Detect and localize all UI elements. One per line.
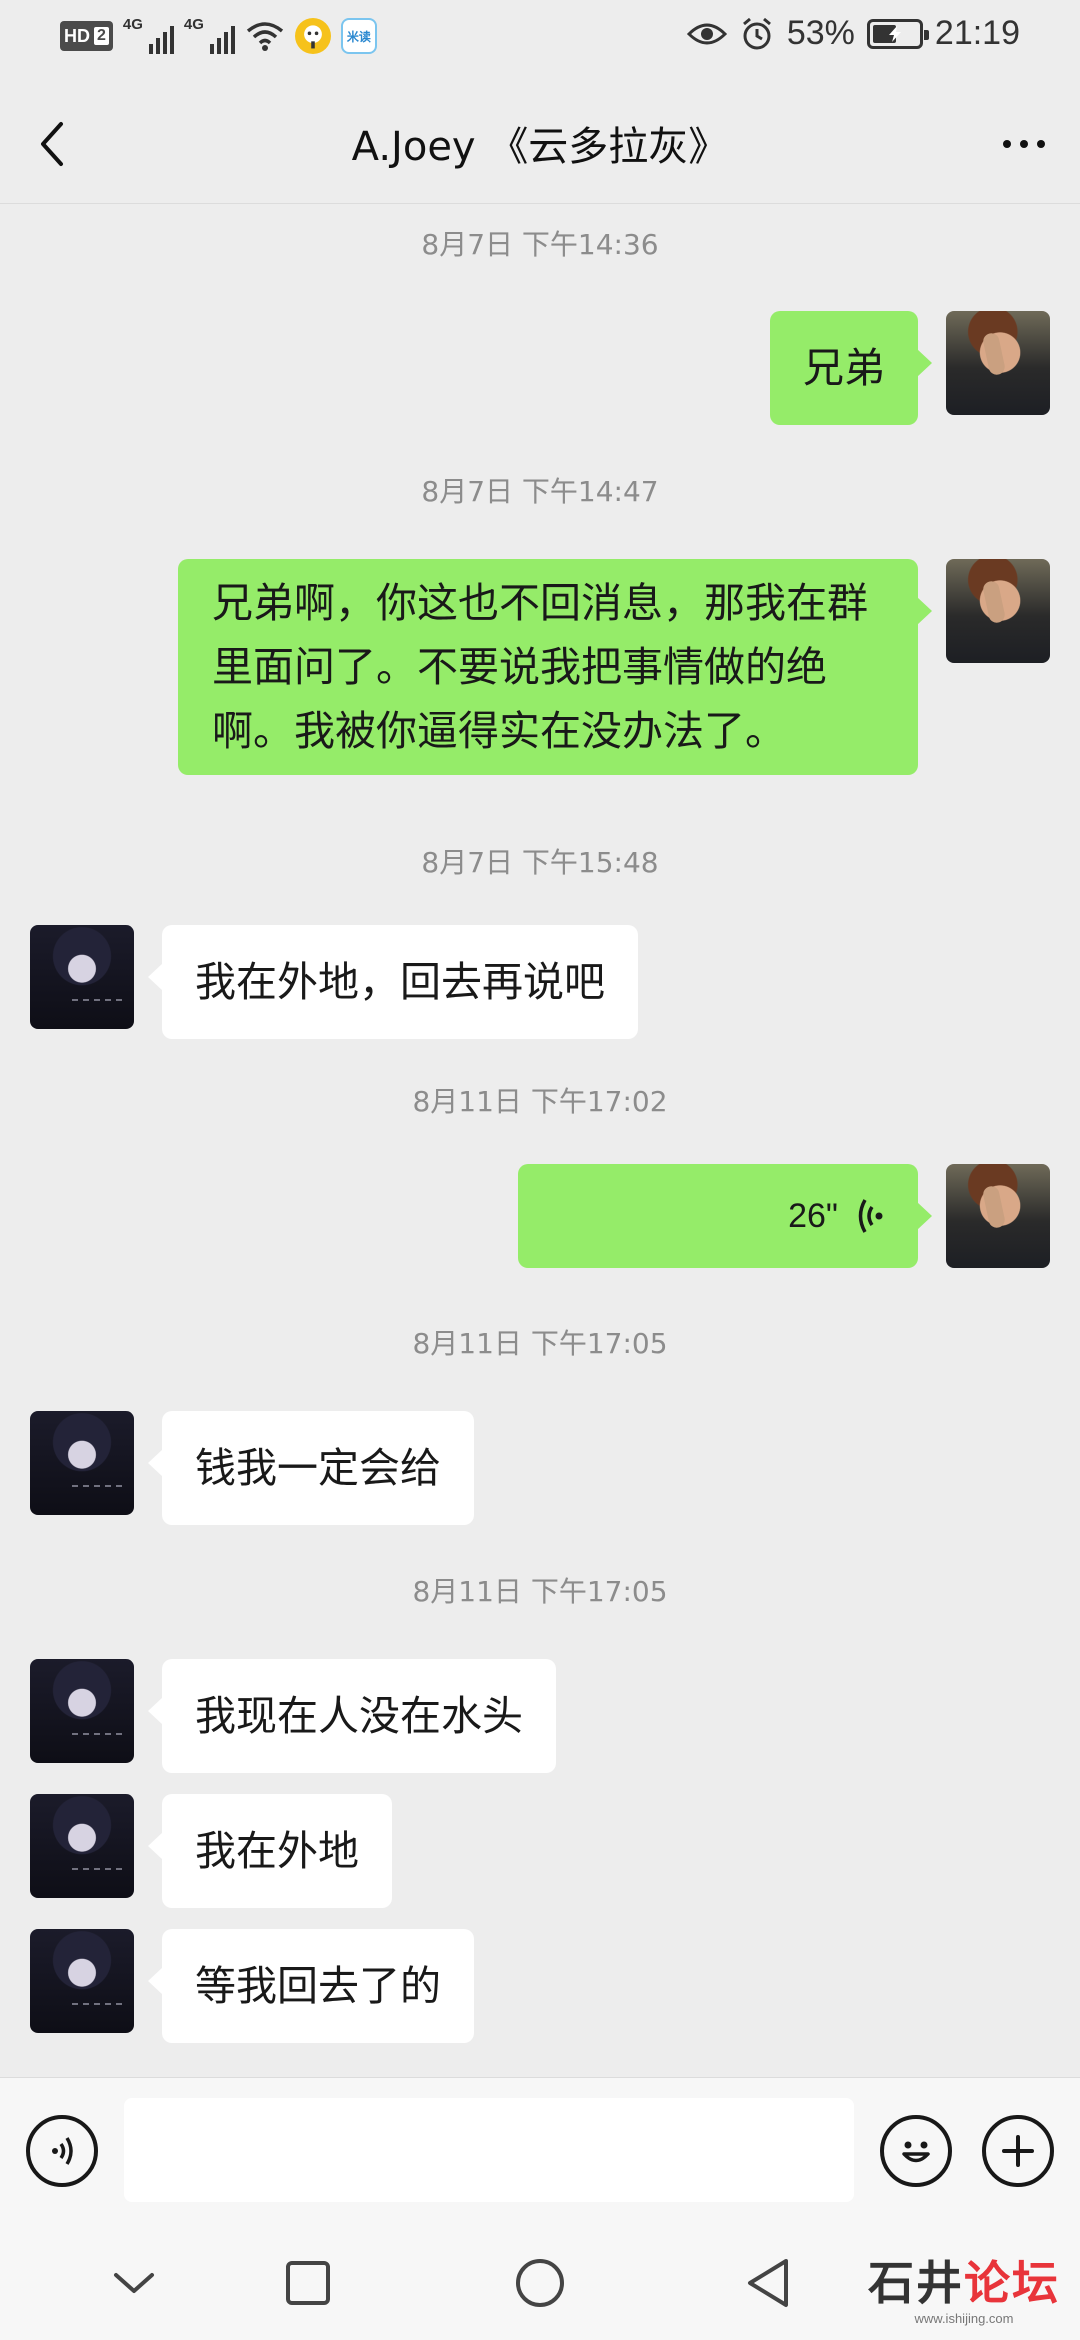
contact-avatar[interactable] [30, 1659, 134, 1763]
message-timestamp: 8月7日 下午14:36 [421, 228, 659, 261]
app-notification-icon [294, 18, 331, 54]
circle-icon [516, 2259, 564, 2307]
message-timestamp: 8月11日 下午17:05 [412, 1575, 668, 1608]
chevron-down-icon [114, 2273, 154, 2293]
message-timestamp: 8月7日 下午15:48 [421, 846, 659, 879]
contact-message-bubble[interactable]: 等我回去了的 [148, 1929, 474, 2043]
contact-avatar[interactable] [30, 925, 134, 1029]
smiley-icon [902, 2141, 930, 2163]
contact-avatar[interactable] [30, 1411, 134, 1515]
contact-message-bubble[interactable]: 钱我一定会给 [148, 1411, 474, 1525]
more-dot [1037, 140, 1045, 148]
recent-apps-button[interactable] [278, 2253, 338, 2313]
chevron-left-icon [41, 122, 63, 166]
hd-badge: HD 2 [60, 21, 113, 51]
plus-icon [1002, 2135, 1034, 2167]
clock-time: 21:19 [934, 14, 1020, 52]
contact-message-bubble[interactable]: 我在外地，回去再说吧 [148, 925, 638, 1039]
my-message-bubble[interactable]: 兄弟 [770, 311, 932, 425]
message-timestamp: 8月11日 下午17:02 [412, 1085, 668, 1118]
battery-percent: 53% [786, 14, 855, 52]
triangle-back-icon [748, 2259, 788, 2307]
message-timestamp: 8月11日 下午17:05 [412, 1327, 668, 1360]
more-options-button[interactable] [988, 112, 1060, 176]
eye-comfort-icon [686, 23, 727, 44]
watermark-url: www.ishijing.com [914, 2311, 1014, 2326]
voice-wave-icon [858, 1199, 883, 1233]
battery-icon [866, 18, 929, 49]
back-button[interactable] [20, 112, 84, 176]
sim-label: 2 [94, 27, 109, 45]
alarm-icon [742, 17, 771, 49]
voice-duration: 26" [788, 1196, 838, 1235]
system-navigation-bar: 石井论坛 www.ishijing.com [0, 2225, 1080, 2340]
watermark-title: 石井论坛 [868, 2247, 1060, 2313]
network-type-2: 4G [183, 16, 204, 33]
message-list[interactable]: 8月7日 下午14:36 兄弟 8月7日 下午14:47 兄弟啊，你这也不回消息… [0, 205, 1080, 2075]
charging-bolt-icon [888, 25, 901, 42]
watermark-part-1: 石井 [868, 2256, 964, 2310]
square-icon [286, 2261, 330, 2305]
contact-message-bubble[interactable]: 我在外地 [148, 1794, 392, 1908]
more-dot [1003, 140, 1011, 148]
chat-title: A.Joey 《云多拉灰》 [351, 124, 729, 170]
emoji-button[interactable] [880, 2115, 952, 2187]
network-type-1: 4G [122, 16, 143, 33]
reader-app-icon: 米读 [340, 18, 377, 54]
contact-avatar[interactable] [30, 1794, 134, 1898]
my-message-bubble[interactable]: 兄弟啊，你这也不回消息，那我在群里面问了。不要说我把事情做的绝啊。我被你逼得实在… [178, 559, 932, 775]
back-nav-button[interactable] [738, 2253, 798, 2313]
hide-keyboard-button[interactable] [104, 2253, 164, 2313]
my-avatar[interactable] [946, 559, 1050, 663]
my-avatar[interactable] [946, 311, 1050, 415]
message-timestamp: 8月7日 下午14:47 [421, 475, 659, 508]
hd-label: HD [64, 25, 90, 46]
status-left: HD 2 4G 4G 米读 [60, 16, 377, 54]
contact-message-bubble[interactable]: 我现在人没在水头 [148, 1659, 556, 1773]
voice-input-button[interactable] [26, 2115, 98, 2187]
input-bar [0, 2077, 1080, 2225]
message-input[interactable] [124, 2098, 854, 2202]
voice-input-icon [52, 2137, 73, 2165]
more-functions-button[interactable] [982, 2115, 1054, 2187]
voice-message-bubble[interactable]: 26" [518, 1164, 932, 1268]
my-avatar[interactable] [946, 1164, 1050, 1268]
forum-watermark: 石井论坛 www.ishijing.com [868, 2247, 1060, 2326]
wifi-icon [246, 22, 284, 51]
signal-strength-icon: 4G [183, 16, 235, 54]
status-bar: HD 2 4G 4G 米读 53% 21:19 [0, 0, 1080, 84]
chat-header: A.Joey 《云多拉灰》 [0, 84, 1080, 204]
status-right: 53% 21:19 [686, 14, 1020, 53]
contact-avatar[interactable] [30, 1929, 134, 2033]
watermark-part-2: 论坛 [964, 2256, 1060, 2310]
more-dot [1020, 140, 1028, 148]
signal-strength-icon: 4G [122, 16, 174, 54]
reader-app-label: 米读 [346, 29, 371, 44]
home-button[interactable] [510, 2253, 570, 2313]
